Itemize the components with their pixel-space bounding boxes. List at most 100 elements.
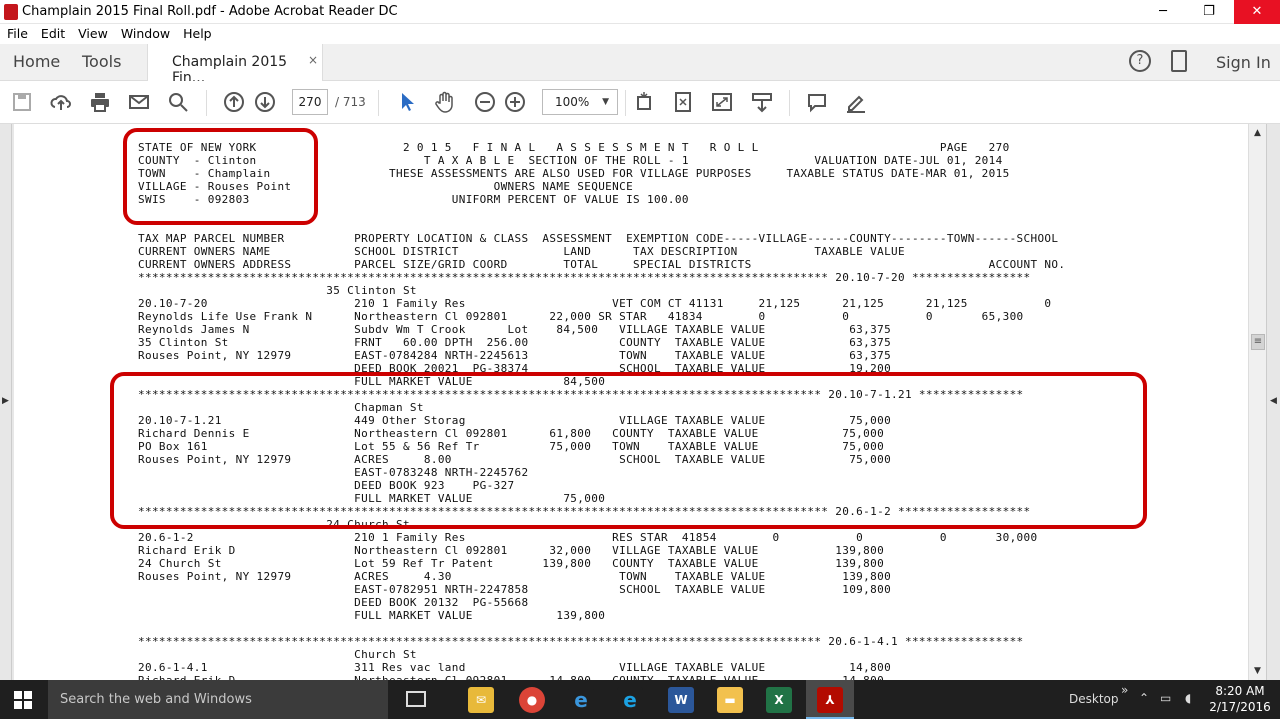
next-page-icon[interactable] — [254, 91, 276, 113]
document-line: DEED BOOK 20132 PG-55668 — [138, 596, 529, 609]
comment-icon[interactable] — [806, 91, 828, 113]
acrobat-taskbar-icon: ⅄ — [817, 687, 843, 713]
document-line: TAX MAP PARCEL NUMBER PROPERTY LOCATION … — [138, 232, 1059, 245]
title-bar: Champlain 2015 Final Roll.pdf - Adobe Ac… — [0, 0, 1280, 24]
zoom-in-icon[interactable] — [504, 91, 526, 113]
upload-cloud-icon[interactable] — [50, 91, 72, 113]
scroll-mode-icon[interactable] — [751, 91, 773, 113]
maximize-button[interactable]: ❐ — [1186, 0, 1232, 24]
excel-taskbar-icon[interactable]: X — [766, 687, 792, 713]
menu-view[interactable]: View — [71, 24, 114, 41]
chevron-down-icon: ▼ — [602, 97, 609, 107]
email-icon[interactable] — [128, 91, 150, 113]
document-line: 35 Clinton St FRNT 60.00 DPTH 256.00 COU… — [138, 336, 892, 349]
document-line: Reynolds Life Use Frank N Northeastern C… — [138, 310, 1024, 323]
close-button[interactable]: ✕ — [1234, 0, 1280, 24]
zoom-select[interactable]: 100% ▼ — [542, 89, 618, 115]
document-line: ****************************************… — [138, 271, 1031, 284]
system-clock[interactable]: 8:20 AM 2/17/2016 — [1208, 683, 1272, 715]
task-view-icon[interactable] — [406, 691, 426, 707]
save-icon[interactable] — [11, 91, 33, 113]
previous-page-icon[interactable] — [223, 91, 245, 113]
fit-page-icon[interactable] — [672, 91, 694, 113]
mobile-link-icon[interactable] — [1171, 50, 1187, 72]
chrome-taskbar-icon[interactable]: ● — [519, 687, 545, 713]
pdf-page: STATE OF NEW YORK 2 0 1 5 F I N A L A S … — [14, 124, 1248, 680]
document-line: CURRENT OWNERS ADDRESS PARCEL SIZE/GRID … — [138, 258, 1066, 271]
page-total: / 713 — [335, 95, 366, 109]
highlight-pen-icon[interactable] — [845, 91, 867, 113]
acrobat-app-icon — [4, 4, 18, 20]
right-panel-toggle[interactable]: ◀ — [1266, 124, 1280, 680]
scroll-thumb[interactable]: ≡ — [1251, 334, 1265, 350]
search-icon[interactable] — [167, 91, 189, 113]
close-tab-icon[interactable]: × — [308, 53, 318, 67]
document-line: 24 Church St Lot 59 Ref Tr Patent 139,80… — [138, 557, 885, 570]
tab-document[interactable]: Champlain 2015 Fin... × — [147, 44, 323, 86]
taskbar-search-box[interactable]: Search the web and Windows — [48, 680, 388, 719]
toolbar-separator — [378, 90, 379, 116]
windows-start-icon[interactable] — [14, 691, 32, 709]
edge-taskbar-icon[interactable]: e — [568, 687, 594, 713]
file-manager-taskbar-icon[interactable]: ✉ — [468, 687, 494, 713]
word-taskbar-icon[interactable]: W — [668, 687, 694, 713]
taskbar: Search the web and Windows ✉ ● e e W ▬ X… — [0, 680, 1280, 719]
document-line: Rouses Point, NY 12979 ACRES 4.30 TOWN T… — [138, 570, 892, 583]
help-icon[interactable]: ? — [1129, 50, 1151, 72]
network-icon[interactable]: ▭ — [1160, 691, 1171, 705]
menu-window[interactable]: Window — [114, 24, 176, 41]
tab-home[interactable]: Home — [13, 52, 60, 71]
show-hidden-icons-icon[interactable]: ⌃ — [1139, 691, 1149, 705]
select-cursor-icon[interactable] — [396, 91, 418, 113]
full-screen-icon[interactable] — [711, 91, 733, 113]
document-line: EAST-0782951 NRTH-2247858 SCHOOL TAXABLE… — [138, 583, 892, 596]
window-title: Champlain 2015 Final Roll.pdf - Adobe Ac… — [22, 4, 398, 19]
document-line: Reynolds James N Subdv Wm T Crook Lot 84… — [138, 323, 892, 336]
document-line: Rouses Point, NY 12979 EAST-0784284 NRTH… — [138, 349, 892, 362]
vertical-scrollbar[interactable]: ▲ ≡ ▼ — [1248, 124, 1266, 680]
toolbar-separator — [789, 90, 790, 116]
menu-help[interactable]: Help — [176, 24, 218, 41]
document-line: CURRENT OWNERS NAME SCHOOL DISTRICT LAND… — [138, 245, 905, 258]
acrobat-taskbar-button[interactable]: ⅄ — [806, 680, 854, 719]
sign-in-link[interactable]: Sign In — [1216, 53, 1271, 72]
document-line: 20.6-1-2 210 1 Family Res RES STAR 41854… — [138, 531, 1038, 544]
scroll-down-icon[interactable]: ▼ — [1254, 666, 1261, 676]
document-line: ****************************************… — [138, 635, 1024, 648]
parcel-annotation-box — [110, 372, 1147, 529]
document-viewer: ▶ STATE OF NEW YORK 2 0 1 5 F I N A L A … — [0, 124, 1280, 680]
clock-time: 8:20 AM — [1215, 684, 1265, 698]
document-line: 20.6-1-4.1 311 Res vac land VILLAGE TAXA… — [138, 661, 892, 674]
chevron-right-icon[interactable]: » — [1121, 683, 1128, 697]
document-line: 35 Clinton St — [138, 284, 417, 297]
toolbar-separator — [625, 90, 626, 116]
tab-tools[interactable]: Tools — [82, 52, 121, 71]
page-fit-icon[interactable] — [633, 91, 655, 113]
scroll-up-icon[interactable]: ▲ — [1254, 128, 1261, 138]
zoom-out-icon[interactable] — [474, 91, 496, 113]
menu-bar: File Edit View Window Help — [0, 24, 1280, 44]
menu-file[interactable]: File — [0, 24, 34, 41]
left-panel-toggle[interactable]: ▶ — [0, 124, 12, 680]
clock-date: 2/17/2016 — [1209, 700, 1271, 714]
tab-bar: Home Tools Champlain 2015 Fin... × ? Sig… — [0, 44, 1280, 86]
document-line: Richard Erik D Northeastern Cl 092801 32… — [138, 544, 885, 557]
page-number-input[interactable]: 270 — [292, 89, 328, 115]
expand-right-panel-icon[interactable]: ◀ — [1270, 396, 1277, 406]
print-icon[interactable] — [89, 91, 111, 113]
desktop-toolbar-label[interactable]: Desktop — [1069, 692, 1119, 706]
file-explorer-taskbar-icon[interactable]: ▬ — [717, 687, 743, 713]
expand-left-panel-icon[interactable]: ▶ — [2, 396, 9, 406]
header-annotation-box — [123, 128, 318, 225]
toolbar: 270 / 713 100% ▼ — [0, 81, 1280, 124]
document-line: 20.10-7-20 210 1 Family Res VET COM CT 4… — [138, 297, 1052, 310]
document-line: FULL MARKET VALUE 139,800 — [138, 609, 606, 622]
minimize-button[interactable]: ─ — [1140, 0, 1186, 24]
menu-edit[interactable]: Edit — [34, 24, 71, 41]
internet-explorer-taskbar-icon[interactable]: e — [617, 687, 643, 713]
toolbar-separator — [206, 90, 207, 116]
hand-tool-icon[interactable] — [434, 91, 456, 113]
volume-icon[interactable]: ◖ — [1185, 691, 1191, 705]
document-line: Church St — [138, 648, 417, 661]
